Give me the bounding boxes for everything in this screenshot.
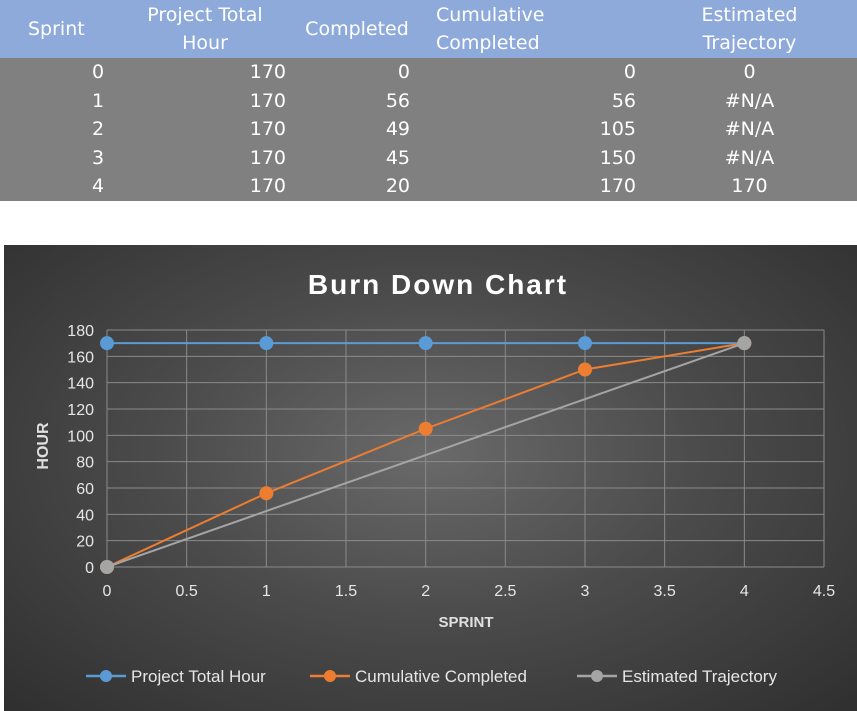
data-point-cumulative-completed[interactable] xyxy=(259,486,274,501)
column-header-sprint[interactable]: Sprint xyxy=(0,0,116,58)
data-point-estimated-trajectory[interactable] xyxy=(737,336,752,351)
y-tick-label: 20 xyxy=(76,534,94,551)
data-point-project-total-hour[interactable] xyxy=(578,336,592,351)
cell-project-total-hour[interactable]: 170 xyxy=(116,143,294,173)
cell-completed[interactable]: 49 xyxy=(294,115,420,144)
cell-sprint[interactable]: 2 xyxy=(0,115,116,144)
cell-estimated-trajectory[interactable]: 170 xyxy=(642,172,857,201)
plot-grid xyxy=(106,329,825,568)
cell-estimated-trajectory[interactable]: #N/A xyxy=(642,86,857,116)
cell-completed[interactable]: 45 xyxy=(294,143,420,173)
y-tick-label: 100 xyxy=(67,428,94,445)
legend-item-project-total-hour[interactable]: Project Total Hour xyxy=(86,667,266,686)
chart-panel: Burn Down Chart 0 20 40 60 80 100 120 140 160 180… xyxy=(4,245,857,711)
table-row: 0 170 0 0 0 xyxy=(0,58,857,87)
chart-legend[interactable]: Project Total Hour Cumulative Completed Es… xyxy=(86,667,777,686)
table-header-row: Sprint Project Total Hour Completed Cumu… xyxy=(0,0,857,58)
cell-project-total-hour[interactable]: 170 xyxy=(116,115,294,144)
series-project-total-hour xyxy=(100,336,752,351)
cell-cumulative-completed[interactable]: 150 xyxy=(420,143,642,173)
legend-label: Estimated Trajectory xyxy=(622,667,777,686)
y-tick-label: 0 xyxy=(85,560,94,577)
table-row: 3 170 45 150 #N/A xyxy=(0,143,857,173)
data-point-cumulative-completed[interactable] xyxy=(578,362,592,377)
chart-title: Burn Down Chart xyxy=(308,269,568,300)
x-axis-label: SPRINT xyxy=(438,614,493,631)
column-header-completed[interactable]: Completed xyxy=(294,0,420,58)
legend-item-estimated-trajectory[interactable]: Estimated Trajectory xyxy=(577,667,777,686)
cell-cumulative-completed[interactable]: 56 xyxy=(420,86,642,116)
cell-completed[interactable]: 0 xyxy=(294,58,420,87)
cell-completed[interactable]: 56 xyxy=(294,86,420,116)
cell-estimated-trajectory[interactable]: 0 xyxy=(642,58,857,87)
data-point-project-total-hour[interactable] xyxy=(259,336,274,351)
y-tick-label: 40 xyxy=(76,507,94,524)
column-header-estimated-trajectory[interactable]: Estimated Trajectory xyxy=(642,0,857,58)
cell-sprint[interactable]: 0 xyxy=(0,58,116,87)
table-row: 1 170 56 56 #N/A xyxy=(0,86,857,116)
legend-label: Project Total Hour xyxy=(131,667,266,686)
data-point-estimated-trajectory[interactable] xyxy=(100,560,114,574)
legend-marker xyxy=(324,670,336,682)
x-tick-label: 4 xyxy=(740,583,749,600)
x-tick-label: 0 xyxy=(103,583,112,600)
x-tick-label: 3 xyxy=(581,583,590,600)
data-point-project-total-hour[interactable] xyxy=(418,336,433,351)
cell-cumulative-completed[interactable]: 0 xyxy=(420,58,642,87)
y-tick-label: 120 xyxy=(67,402,94,419)
legend-marker xyxy=(591,670,603,682)
y-tick-label: 140 xyxy=(67,376,94,393)
column-header-cumulative-completed[interactable]: Cumulative Completed xyxy=(420,0,642,58)
cell-completed[interactable]: 20 xyxy=(294,172,420,201)
legend-label: Cumulative Completed xyxy=(355,667,527,686)
x-tick-label: 0.5 xyxy=(176,583,198,600)
cell-cumulative-completed[interactable]: 105 xyxy=(420,115,642,144)
table-row: 2 170 49 105 #N/A xyxy=(0,115,857,144)
cell-project-total-hour[interactable]: 170 xyxy=(116,58,294,87)
x-tick-label: 2 xyxy=(421,583,430,600)
burn-down-chart: Burn Down Chart 020406080100120140160180… xyxy=(35,269,835,686)
y-tick-label: 60 xyxy=(76,481,94,498)
data-point-cumulative-completed[interactable] xyxy=(418,421,433,436)
column-header-project-total-hour[interactable]: Project Total Hour xyxy=(116,0,294,58)
cell-sprint[interactable]: 4 xyxy=(0,172,116,201)
cell-sprint[interactable]: 3 xyxy=(0,143,116,173)
table-body: 0 170 0 0 0 1 170 56 56 #N/A 2 170 49 105 #N/A 3 170 45 15… xyxy=(0,58,857,201)
cell-estimated-trajectory[interactable]: #N/A xyxy=(642,115,857,144)
x-tick-label: 1.5 xyxy=(335,583,357,600)
x-tick-label: 3.5 xyxy=(654,583,676,600)
cell-project-total-hour[interactable]: 170 xyxy=(116,86,294,116)
y-axis-label: HOUR xyxy=(35,422,52,470)
x-tick-label: 4.5 xyxy=(813,583,835,600)
x-tick-label: 2.5 xyxy=(494,583,516,600)
data-table: Sprint Project Total Hour Completed Cumu… xyxy=(0,0,857,201)
cell-cumulative-completed[interactable]: 170 xyxy=(420,172,642,201)
table-row: 4 170 20 170 170 xyxy=(0,172,857,201)
cell-sprint[interactable]: 1 xyxy=(0,86,116,116)
data-point-project-total-hour[interactable] xyxy=(100,336,114,351)
y-tick-label: 160 xyxy=(67,349,94,366)
legend-item-cumulative-completed[interactable]: Cumulative Completed xyxy=(310,667,527,686)
cell-project-total-hour[interactable]: 170 xyxy=(116,172,294,201)
cell-estimated-trajectory[interactable]: #N/A xyxy=(642,143,857,173)
y-tick-label: 180 xyxy=(67,323,94,340)
data-table-region: Sprint Project Total Hour Completed Cumu… xyxy=(0,0,857,201)
x-tick-label: 1 xyxy=(262,583,271,600)
y-tick-label: 80 xyxy=(76,455,94,472)
legend-marker xyxy=(100,670,112,682)
